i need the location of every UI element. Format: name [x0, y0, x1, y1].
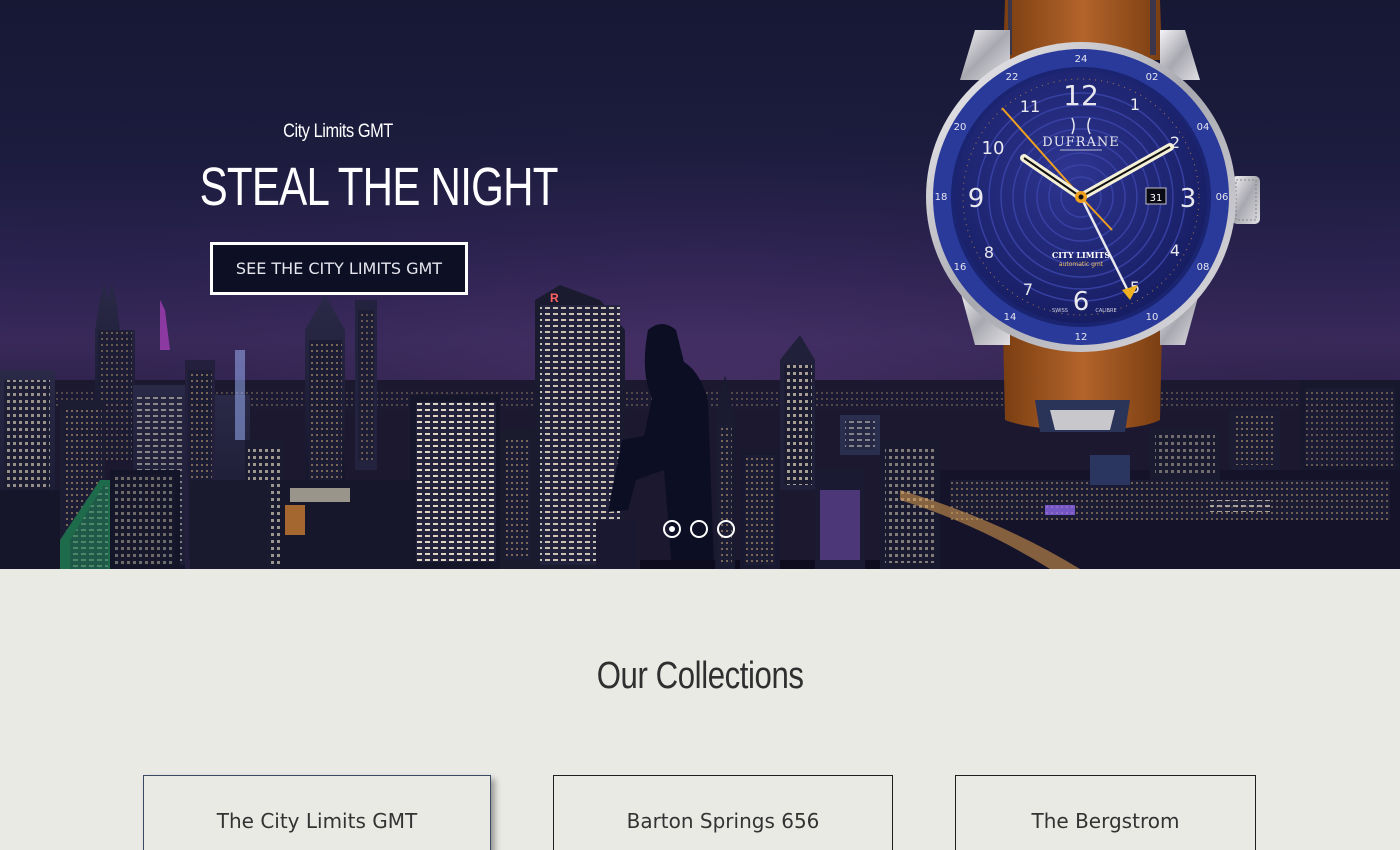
- slider-pagination: [663, 520, 735, 538]
- bezel-numeral: 12: [1075, 332, 1088, 343]
- dial-numeral-6: 6: [1073, 287, 1090, 317]
- see-city-limits-button[interactable]: SEE THE CITY LIMITS GMT: [210, 242, 468, 295]
- dial-numeral-1: 1: [1130, 95, 1140, 114]
- bezel-numeral: 06: [1216, 192, 1229, 203]
- slide-dot-1[interactable]: [663, 520, 681, 538]
- bezel-numeral: 18: [935, 192, 948, 203]
- bezel-numeral: 24: [1075, 54, 1088, 65]
- collections-heading: Our Collections: [0, 655, 1400, 698]
- collection-card-label: The Bergstrom: [1031, 809, 1180, 833]
- dial-numeral-4: 4: [1170, 241, 1180, 260]
- dial-numeral-7: 7: [1023, 280, 1033, 299]
- dial-numeral-12: 12: [1063, 79, 1099, 112]
- hero-banner: R 12 1 2 3 4 6 7 8 9 10 11 24 02 04 06 0…: [0, 0, 1400, 569]
- slide-dot-2[interactable]: [690, 520, 708, 538]
- dial-numeral-9: 9: [968, 184, 985, 214]
- watch-calibre-text: CALIBRE: [1095, 308, 1116, 314]
- hero-subtitle: City Limits GMT: [283, 121, 393, 142]
- collection-card-barton-springs[interactable]: Barton Springs 656: [553, 775, 893, 850]
- dial-numeral-3: 3: [1180, 184, 1197, 214]
- bezel-numeral: 04: [1197, 122, 1210, 133]
- bezel-numeral: 20: [954, 122, 967, 133]
- bezel-numeral: 10: [1146, 312, 1159, 323]
- bezel-numeral: 08: [1197, 262, 1210, 273]
- collection-card-label: Barton Springs 656: [626, 809, 820, 833]
- dial-numeral-8: 8: [984, 243, 994, 262]
- bezel-numeral: 02: [1146, 72, 1159, 83]
- watch-swiss-text: SWISS: [1052, 308, 1068, 314]
- bezel-numeral: 16: [954, 262, 967, 273]
- slide-dot-3[interactable]: [717, 520, 735, 538]
- bezel-numeral: 22: [1006, 72, 1019, 83]
- collections-heading-text: Our Collections: [596, 655, 804, 697]
- hero-title: STEAL THE NIGHT: [199, 157, 559, 217]
- collection-card-label: The City Limits GMT: [216, 809, 418, 833]
- collection-card-bergstrom[interactable]: The Bergstrom: [955, 775, 1256, 850]
- watch-date-window: 31: [1150, 193, 1163, 204]
- dial-numeral-10: 10: [982, 138, 1005, 159]
- watch-brand-logo: DUFRANE: [1042, 135, 1119, 150]
- svg-text:R: R: [550, 291, 559, 305]
- watch-model-text: CITY LIMITS: [1052, 250, 1110, 260]
- watch-movement-text: automatic gmt: [1059, 261, 1104, 268]
- dial-numeral-11: 11: [1020, 97, 1040, 116]
- collection-card-city-limits[interactable]: The City Limits GMT: [143, 775, 491, 850]
- bezel-numeral: 14: [1004, 312, 1017, 323]
